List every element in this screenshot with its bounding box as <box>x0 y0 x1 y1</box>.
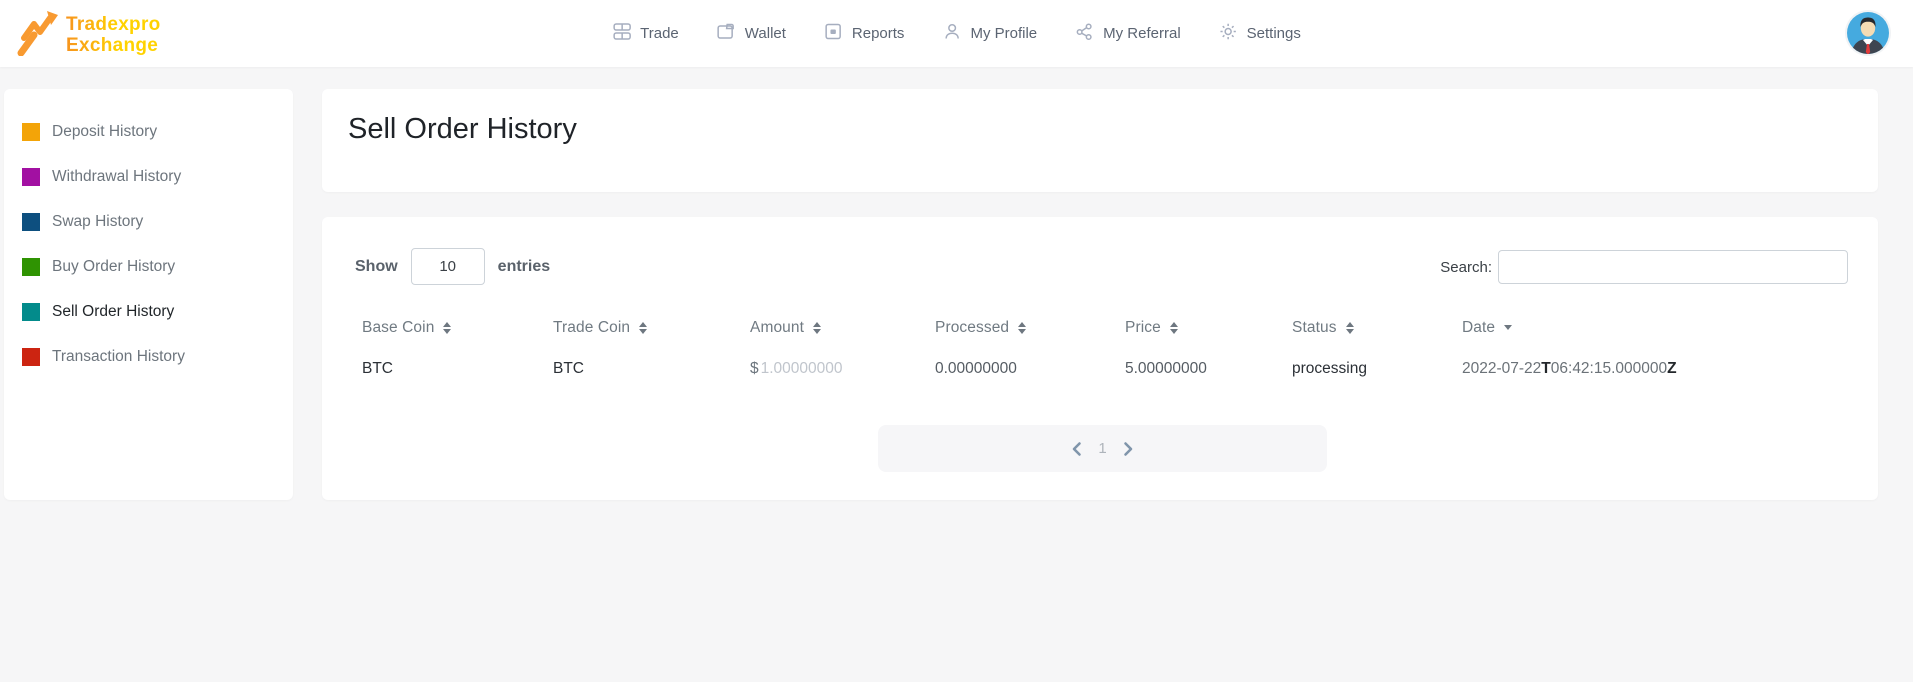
sidebar-item-label: Withdrawal History <box>52 168 181 186</box>
pagination-bar: 1 <box>878 425 1327 472</box>
cell-processed: 0.00000000 <box>921 345 1111 393</box>
search-label: Search: <box>1440 259 1492 276</box>
cell-date: 2022-07-22T06:42:15.000000Z <box>1448 345 1852 393</box>
cell-trade-coin: BTC <box>539 345 736 393</box>
previous-page-chevron-icon[interactable] <box>1070 441 1084 457</box>
brand-arrow-icon <box>14 8 60 61</box>
table-row[interactable]: BTC BTC $ 1.00000000 0.00000000 5.000000… <box>348 345 1852 393</box>
column-header-date[interactable]: Date <box>1448 310 1852 345</box>
sort-icon[interactable] <box>1018 322 1026 334</box>
nav-label-my-referral: My Referral <box>1103 25 1181 42</box>
sidebar-item-label: Buy Order History <box>52 258 175 276</box>
page-title-card: Sell Order History <box>322 89 1878 192</box>
sidebar-item-transaction-history[interactable]: Transaction History <box>4 334 293 379</box>
current-page-number[interactable]: 1 <box>1098 440 1106 457</box>
nav-label-settings: Settings <box>1247 25 1301 42</box>
column-header-status[interactable]: Status <box>1278 310 1448 345</box>
nav-item-trade[interactable]: Trade <box>612 22 679 46</box>
page-title: Sell Order History <box>322 89 1878 146</box>
history-sidebar: Deposit History Withdrawal History Swap … <box>4 89 293 500</box>
cell-status: processing <box>1278 345 1448 393</box>
sidebar-item-sell-order-history[interactable]: Sell Order History <box>4 289 293 334</box>
transaction-color-swatch-icon <box>22 348 40 366</box>
sidebar-item-label: Deposit History <box>52 123 157 141</box>
nav-item-settings[interactable]: Settings <box>1219 22 1301 46</box>
sidebar-item-withdrawal-history[interactable]: Withdrawal History <box>4 154 293 199</box>
profile-icon <box>942 22 961 46</box>
next-page-chevron-icon[interactable] <box>1121 441 1135 457</box>
column-header-processed[interactable]: Processed <box>921 310 1111 345</box>
show-label: Show <box>355 258 398 276</box>
top-header: Tradexpro Exchange Trade Wallet <box>0 0 1913 67</box>
deposit-color-swatch-icon <box>22 123 40 141</box>
sidebar-item-label: Sell Order History <box>52 303 174 321</box>
column-header-trade-coin[interactable]: Trade Coin <box>539 310 736 345</box>
nav-item-my-referral[interactable]: My Referral <box>1075 22 1181 46</box>
sell-order-table: Base Coin Trade Coin Amount Processed Pr… <box>348 310 1852 393</box>
sidebar-item-deposit-history[interactable]: Deposit History <box>4 109 293 154</box>
entries-count-input[interactable] <box>411 248 485 285</box>
sell-order-table-card: Show entries Search: Base Coin Trade Coi… <box>322 217 1878 500</box>
sort-icon[interactable] <box>443 322 451 334</box>
sort-icon[interactable] <box>1170 322 1178 334</box>
cell-base-coin: BTC <box>348 345 539 393</box>
main-nav: Trade Wallet Reports <box>612 0 1301 67</box>
buy-order-color-swatch-icon <box>22 258 40 276</box>
search-input[interactable] <box>1498 250 1848 284</box>
sidebar-item-label: Swap History <box>52 213 143 231</box>
cell-amount: $ 1.00000000 <box>736 345 921 393</box>
nav-item-reports[interactable]: Reports <box>824 22 905 46</box>
show-entries-control: Show entries <box>355 248 550 285</box>
trade-grid-icon <box>612 22 631 46</box>
sell-order-color-swatch-icon <box>22 303 40 321</box>
withdrawal-color-swatch-icon <box>22 168 40 186</box>
nav-label-my-profile: My Profile <box>970 25 1037 42</box>
column-header-price[interactable]: Price <box>1111 310 1278 345</box>
sidebar-item-swap-history[interactable]: Swap History <box>4 199 293 244</box>
sidebar-item-label: Transaction History <box>52 348 185 366</box>
reports-icon <box>824 22 843 46</box>
cell-price: 5.00000000 <box>1111 345 1278 393</box>
sort-icon[interactable] <box>1346 322 1354 334</box>
nav-item-my-profile[interactable]: My Profile <box>942 22 1037 46</box>
sort-desc-icon[interactable] <box>1504 325 1512 330</box>
column-header-amount[interactable]: Amount <box>736 310 921 345</box>
swap-color-swatch-icon <box>22 213 40 231</box>
nav-label-trade: Trade <box>640 25 679 42</box>
table-search-control: Search: <box>1440 250 1848 284</box>
sort-icon[interactable] <box>813 322 821 334</box>
nav-label-wallet: Wallet <box>745 25 786 42</box>
nav-item-wallet[interactable]: Wallet <box>717 22 786 46</box>
entries-label: entries <box>498 258 550 276</box>
sort-icon[interactable] <box>639 322 647 334</box>
wallet-icon <box>717 22 736 46</box>
table-header-row: Base Coin Trade Coin Amount Processed Pr… <box>348 310 1852 345</box>
brand-name: Tradexpro Exchange <box>66 14 161 56</box>
sidebar-item-buy-order-history[interactable]: Buy Order History <box>4 244 293 289</box>
brand-logo[interactable]: Tradexpro Exchange <box>14 8 161 61</box>
referral-icon <box>1075 22 1094 46</box>
column-header-base-coin[interactable]: Base Coin <box>348 310 539 345</box>
user-avatar[interactable] <box>1845 10 1891 56</box>
nav-label-reports: Reports <box>852 25 905 42</box>
settings-icon <box>1219 22 1238 46</box>
